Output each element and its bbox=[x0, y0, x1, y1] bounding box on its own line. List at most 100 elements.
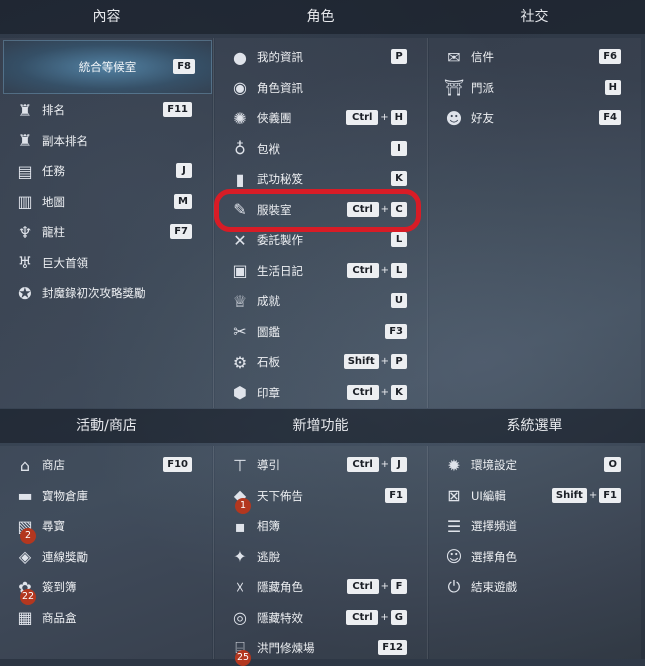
shortcut-keys: Ctrl + F bbox=[346, 579, 407, 594]
key: U bbox=[390, 293, 407, 308]
bottom-section-header: 活動/商店 新增功能 系統選單 bbox=[0, 409, 645, 443]
hide-effects-icon: ◎ bbox=[233, 608, 247, 627]
plus-sign: + bbox=[380, 386, 389, 398]
menu-item-attendance[interactable]: ✿ 簽到簿 22 bbox=[0, 572, 200, 605]
menu-item-friends[interactable]: ☻ 好友 F4 bbox=[429, 103, 629, 133]
shortcut-keys: Ctrl + H bbox=[346, 110, 407, 125]
menu-item-exit-game[interactable]: ⏻ 結束遊戲 bbox=[429, 572, 629, 602]
character-info-icon: ◉ bbox=[233, 78, 247, 97]
menu-item-map[interactable]: ▥ 地圖 M bbox=[0, 187, 200, 217]
menu-item-settings[interactable]: ✹ 環境設定 O bbox=[429, 450, 629, 480]
shortcut-keys: F11 bbox=[163, 102, 192, 117]
dungeon-ranking-icon: ♜ bbox=[17, 131, 33, 150]
divider bbox=[213, 446, 214, 659]
shortcut-keys: F4 bbox=[599, 110, 621, 125]
menu-item-mail[interactable]: ✉ 信件 F6 bbox=[429, 42, 629, 72]
guide-icon: ⊤ bbox=[233, 455, 247, 475]
menu-item-album[interactable]: ▪ 相簿 bbox=[215, 511, 415, 541]
menu-item-dungeon-ranking[interactable]: ♜ 副本排名 bbox=[0, 126, 200, 156]
menu-item-escape[interactable]: ✦ 逃脫 bbox=[215, 542, 415, 572]
skill-book-icon: ▮ bbox=[235, 169, 245, 189]
menu-item-label: 生活日記 bbox=[257, 263, 303, 278]
key: Ctrl bbox=[346, 262, 379, 278]
menu-item-treasure-warehouse[interactable]: ▬ 寶物倉庫 bbox=[0, 481, 200, 511]
character-select-icon: ☺ bbox=[445, 547, 463, 566]
menu-item-stone-tablet[interactable]: ⚙ 石板 Shift + P bbox=[215, 347, 415, 377]
menu-item-hide-effects[interactable]: ◎ 隱藏特效 Ctrl + G bbox=[215, 603, 415, 633]
key: K bbox=[391, 384, 407, 400]
menu-item-faction[interactable]: ⛩ 門派 H bbox=[429, 73, 629, 103]
menu-item-dragon-pillar[interactable]: ♆ 龍柱 F7 bbox=[0, 217, 200, 247]
menu-item-label: 巨大首領 bbox=[42, 255, 88, 270]
achievement-icon: ♕ bbox=[232, 291, 248, 311]
menu-item-bag[interactable]: ♁ 包袱 I bbox=[215, 134, 415, 164]
menu-item-guide[interactable]: ⊤ 導引 Ctrl + J bbox=[215, 450, 415, 480]
menu-item-label: 門派 bbox=[471, 80, 494, 95]
seal-icon: ⬢ bbox=[233, 383, 247, 402]
shortcut-keys: I bbox=[391, 140, 407, 156]
highlight-ring-wardrobe bbox=[214, 189, 421, 232]
menu-item-label: 好友 bbox=[471, 111, 494, 125]
menu-item-quest[interactable]: ▤ 任務 J bbox=[0, 156, 200, 186]
shortcut-keys: O bbox=[604, 457, 621, 472]
menu-item-character-select[interactable]: ☺ 選擇角色 bbox=[429, 542, 629, 572]
plus-sign: + bbox=[380, 581, 389, 592]
exit-game-icon: ⏻ bbox=[447, 577, 461, 596]
shortcut-keys: F3 bbox=[385, 323, 407, 339]
header-character: 角色 bbox=[306, 9, 335, 25]
key: F7 bbox=[170, 224, 192, 239]
key: K bbox=[391, 171, 407, 186]
featured-unified-lobby[interactable]: 統合等候室 F8 bbox=[3, 40, 212, 94]
menu-item-life-diary[interactable]: ▣ 生活日記 Ctrl + L bbox=[215, 256, 415, 286]
stone-tablet-icon: ⚙ bbox=[232, 352, 248, 372]
menu-item-announcement[interactable]: ◆ 天下佈告 F1 1 bbox=[215, 481, 415, 514]
menu-item-label: UI編輯 bbox=[471, 488, 506, 503]
menu-item-item-box[interactable]: ▦ 商品盒 bbox=[0, 603, 200, 633]
menu-item-channel-select[interactable]: ☰ 選擇頻道 bbox=[429, 511, 629, 541]
key: F4 bbox=[599, 110, 621, 125]
menu-item-clan[interactable]: ✺ 俠義團 Ctrl + H bbox=[215, 103, 415, 133]
menu-item-collection[interactable]: ✂ 圖鑑 F3 bbox=[215, 317, 415, 347]
shortcut-keys: Ctrl + J bbox=[346, 457, 407, 472]
menu-item-online-reward[interactable]: ◈ 連線獎勵 bbox=[0, 542, 200, 572]
divider bbox=[427, 446, 428, 659]
menu-item-seal-record[interactable]: ✪ 封魔錄初次攻略獎勵 bbox=[0, 278, 200, 308]
shortcut-keys: M bbox=[174, 193, 192, 209]
map-icon: ▥ bbox=[17, 192, 33, 211]
top-section-header: 內容 角色 社交 bbox=[0, 0, 645, 34]
bag-icon: ♁ bbox=[234, 139, 246, 158]
key: J bbox=[176, 163, 192, 178]
key: Ctrl bbox=[346, 609, 379, 625]
crafting-icon: ✕ bbox=[233, 230, 247, 250]
clan-icon: ✺ bbox=[233, 108, 247, 128]
menu-item-seal[interactable]: ⬢ 印章 Ctrl + K bbox=[215, 378, 415, 408]
menu-item-giant-boss[interactable]: ♅ 巨大首領 bbox=[0, 248, 200, 278]
key: M bbox=[174, 193, 192, 209]
menu-item-character-info[interactable]: ◉ 角色資訊 bbox=[215, 73, 415, 103]
menu-item-label: 石板 bbox=[257, 355, 280, 369]
key: O bbox=[604, 457, 621, 472]
featured-shortcut: F8 bbox=[173, 59, 195, 74]
menu-item-label: 洪門修煉場 bbox=[257, 641, 315, 655]
menu-item-label: 商品盒 bbox=[42, 610, 77, 625]
menu-item-label: 簽到簿 bbox=[42, 580, 77, 594]
key: F10 bbox=[163, 457, 192, 472]
menu-item-my-info[interactable]: ● 我的資訊 P bbox=[215, 42, 415, 72]
menu-item-label: 商店 bbox=[42, 458, 65, 472]
plus-sign: + bbox=[380, 611, 389, 623]
menu-item-treasure-hunt[interactable]: ▧ 尋寶 2 bbox=[0, 511, 200, 544]
menu-item-ui-edit[interactable]: ⊠ UI編輯 Shift + F1 bbox=[429, 481, 629, 511]
shortcut-keys: F6 bbox=[599, 49, 621, 64]
menu-item-hide-character[interactable]: ☓ 隱藏角色 Ctrl + F bbox=[215, 572, 415, 602]
channel-select-icon: ☰ bbox=[446, 516, 462, 536]
menu-item-label: 武功秘笈 bbox=[257, 172, 303, 186]
shortcut-keys: P bbox=[391, 49, 407, 64]
menu-item-label: 俠義團 bbox=[257, 111, 292, 125]
menu-item-label: 地圖 bbox=[42, 194, 65, 209]
menu-item-ranking[interactable]: ♜ 排名 F11 bbox=[0, 95, 200, 125]
key: F1 bbox=[385, 487, 407, 503]
menu-item-shop[interactable]: ⌂ 商店 F10 bbox=[0, 450, 200, 480]
quest-icon: ▤ bbox=[17, 161, 33, 181]
menu-item-achievement[interactable]: ♕ 成就 U bbox=[215, 286, 415, 316]
header-activity-shop: 活動/商店 bbox=[76, 418, 137, 434]
